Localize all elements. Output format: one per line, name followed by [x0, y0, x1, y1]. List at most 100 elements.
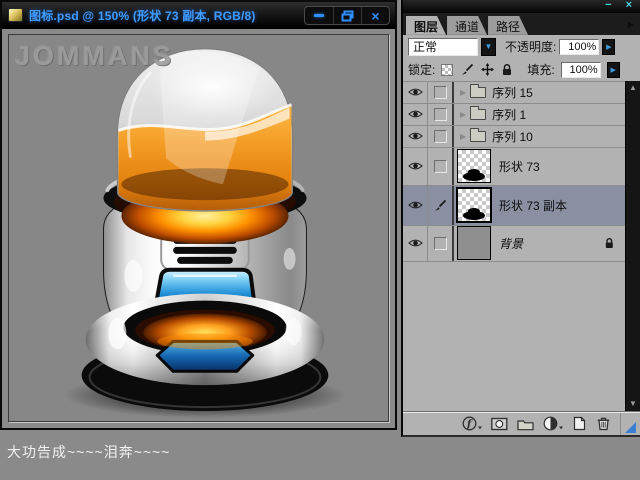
minimize-icon [314, 14, 324, 17]
link-cell[interactable] [428, 148, 454, 185]
watermark-text: JOMMANS [15, 41, 174, 72]
folder-icon [470, 87, 486, 98]
lock-label: 锁定: [408, 61, 435, 78]
link-cell[interactable] [428, 226, 454, 261]
lock-transparency-icon[interactable] [441, 64, 453, 76]
link-cell[interactable] [428, 104, 454, 125]
eye-icon [408, 87, 423, 97]
layers-panel-window: − × 图层 通道 路径 ▶ 正常 ▼ 不透明度: 100% ▶ 锁定: [401, 0, 640, 437]
layer-row-shape-73-copy[interactable]: 形状 73 副本 [403, 186, 625, 226]
layer-row-background[interactable]: 背景 [403, 226, 625, 262]
lock-all-icon[interactable] [501, 63, 513, 76]
panel-resize-grip[interactable] [620, 413, 638, 435]
close-button[interactable]: × [361, 7, 389, 24]
eye-icon [408, 109, 423, 119]
visibility-toggle[interactable] [403, 186, 428, 225]
link-box [434, 86, 447, 99]
document-icon [8, 8, 23, 22]
layer-mask-icon [491, 417, 508, 431]
eye-icon [408, 131, 423, 141]
fill-stepper-icon[interactable]: ▶ [607, 62, 620, 78]
folder-icon [470, 131, 486, 142]
tab-layers[interactable]: 图层 [406, 16, 446, 35]
resize-grip-icon [625, 422, 636, 433]
restore-button[interactable] [333, 7, 361, 24]
opacity-field[interactable]: 100% [559, 39, 599, 55]
eye-icon [408, 200, 423, 210]
scroll-up-icon[interactable]: ▲ [629, 83, 637, 93]
layer-name[interactable]: 背景 [499, 235, 523, 252]
thumbnail-shape [463, 211, 485, 220]
panel-titlebar[interactable]: − × [403, 0, 640, 13]
layer-list-empty-area [403, 262, 625, 411]
new-group-button[interactable] [517, 417, 534, 431]
svg-text:f: f [466, 419, 473, 430]
visibility-toggle[interactable] [403, 104, 428, 125]
collapse-arrow-icon[interactable]: ▶ [460, 110, 466, 119]
layer-list: ▶ 序列 15 ▶ 序列 1 [403, 81, 625, 411]
link-cell[interactable] [428, 186, 454, 225]
document-window: 图标.psd @ 150% (形状 73 副本, RGB/8) × [0, 0, 397, 430]
link-box [434, 130, 447, 143]
visibility-toggle[interactable] [403, 126, 428, 147]
new-layer-icon [572, 416, 587, 431]
panel-minimize-button[interactable]: − [605, 1, 611, 12]
layer-name[interactable]: 序列 15 [492, 84, 533, 101]
layer-name[interactable]: 形状 73 [499, 158, 540, 175]
opacity-label: 不透明度: [505, 38, 556, 55]
fill-field[interactable]: 100% [561, 62, 601, 78]
visibility-toggle[interactable] [403, 148, 428, 185]
new-layer-button[interactable] [572, 416, 587, 431]
blend-mode-dropdown-icon[interactable]: ▼ [481, 38, 496, 56]
tab-channels[interactable]: 通道 [447, 16, 487, 35]
fill-label: 填充: [527, 61, 554, 78]
layer-style-button[interactable]: f [462, 416, 482, 431]
adjustment-layer-icon [543, 416, 563, 431]
collapse-arrow-icon[interactable]: ▶ [460, 132, 466, 141]
layer-name[interactable]: 序列 10 [492, 128, 533, 145]
panel-menu-button[interactable]: ▶ [628, 20, 634, 29]
blend-mode-select[interactable]: 正常 [408, 38, 478, 56]
tab-paths[interactable]: 路径 [488, 16, 528, 35]
panel-bottom-bar: f [403, 411, 640, 435]
layer-thumbnail[interactable] [457, 226, 491, 260]
layer-thumbnail[interactable] [457, 188, 491, 222]
panel-close-button[interactable]: × [626, 1, 632, 12]
locked-icon [604, 237, 615, 249]
new-group-folder-icon [517, 417, 534, 431]
collapse-arrow-icon[interactable]: ▶ [460, 88, 466, 97]
layer-row-shape-73[interactable]: 形状 73 [403, 148, 625, 186]
link-cell[interactable] [428, 126, 454, 147]
eye-icon [408, 238, 423, 248]
adjustment-layer-button[interactable] [543, 416, 563, 431]
status-text: 大功告成~~~~泪奔~~~~ [7, 442, 170, 462]
layer-row-group-10[interactable]: ▶ 序列 10 [403, 126, 625, 148]
scroll-down-icon[interactable]: ▼ [629, 399, 637, 409]
thumbnail-shape [463, 172, 485, 181]
layer-row-group-15[interactable]: ▶ 序列 15 [403, 82, 625, 104]
visibility-toggle[interactable] [403, 226, 428, 261]
blend-mode-row: 正常 ▼ 不透明度: 100% ▶ [403, 35, 640, 59]
layer-row-group-1[interactable]: ▶ 序列 1 [403, 104, 625, 126]
document-titlebar[interactable]: 图标.psd @ 150% (形状 73 副本, RGB/8) × [2, 2, 395, 29]
lock-position-move-icon[interactable] [481, 63, 494, 76]
document-title: 图标.psd @ 150% (形状 73 副本, RGB/8) [29, 7, 256, 24]
minimize-button[interactable] [305, 7, 333, 24]
link-box [434, 160, 447, 173]
layer-name[interactable]: 序列 1 [492, 106, 526, 123]
panel-tab-bar: 图层 通道 路径 ▶ [403, 13, 640, 35]
canvas[interactable]: JOMMANS [8, 34, 389, 422]
layer-thumbnail[interactable] [457, 149, 491, 183]
layer-name[interactable]: 形状 73 副本 [499, 197, 567, 214]
editing-brush-icon [433, 199, 447, 212]
lock-row: 锁定: 填充: 100% ▶ [403, 59, 640, 81]
link-box [434, 237, 447, 250]
link-cell[interactable] [428, 82, 454, 103]
add-mask-button[interactable] [491, 417, 508, 431]
lock-pixels-brush-icon[interactable] [460, 63, 474, 76]
delete-layer-button[interactable] [596, 416, 611, 431]
layers-scrollbar[interactable]: ▲ ▼ [625, 81, 640, 411]
opacity-stepper-icon[interactable]: ▶ [602, 39, 615, 55]
folder-icon [470, 109, 486, 120]
visibility-toggle[interactable] [403, 82, 428, 103]
